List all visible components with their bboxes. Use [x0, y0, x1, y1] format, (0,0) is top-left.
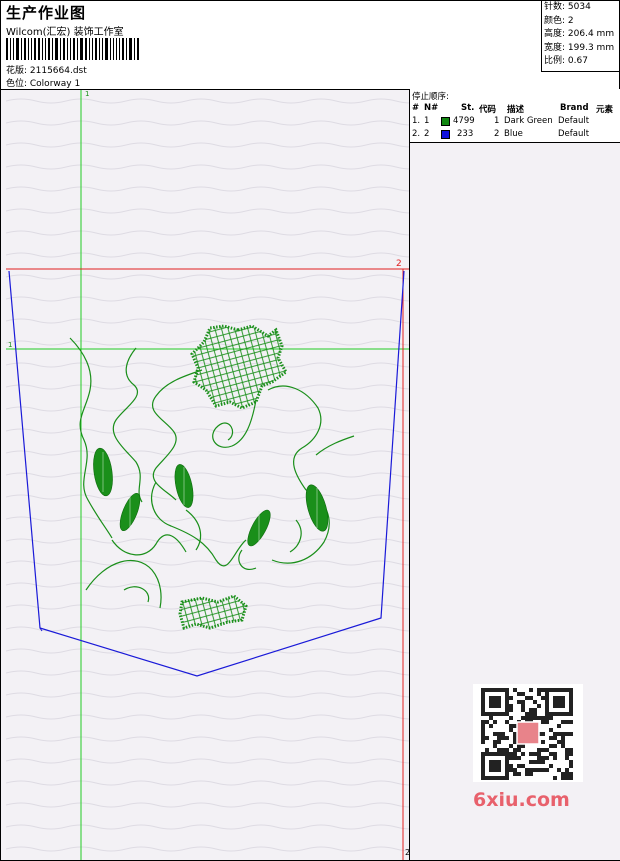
sheet-title: 生产作业图 — [6, 4, 87, 22]
color-swatch-blue — [441, 130, 450, 139]
stat-scale: 比例: 0.67 — [544, 56, 588, 66]
stat-stitches: 针数: 5034 — [544, 2, 591, 12]
col-needle: N# — [424, 103, 439, 113]
qr-code-icon — [481, 688, 573, 780]
table-row: 1. 1 4799 1 Dark Green Default — [412, 116, 590, 126]
col-description: 描述 — [507, 105, 525, 115]
design-canvas: 1 1 2 — [6, 90, 409, 860]
studio-name: Wilcom(汇宏) 装饰工作室 — [6, 27, 124, 38]
stop-sequence-table: 停止顺序: # N# St. 代码 描述 Brand 元素 1. 1 4799 … — [410, 89, 620, 143]
stat-colors: 颜色: 2 — [544, 15, 574, 26]
qr-code-watermark — [473, 684, 583, 782]
watermark-site: 6xiu.com — [473, 789, 570, 811]
guide-label-top: 1 — [85, 90, 90, 98]
barcode — [6, 38, 141, 60]
col-stitches: St. — [461, 103, 475, 113]
guide-label-left: 1 — [8, 341, 13, 349]
sheet-header: 生产作业图 Wilcom(汇宏) 装饰工作室 花版: 2115664.dst 色… — [1, 1, 620, 90]
stat-width: 宽度: 199.3 mm — [544, 42, 615, 53]
table-row: 2. 2 233 2 Blue Default — [412, 129, 590, 139]
col-element: 元素 — [596, 105, 614, 115]
embroidery-preview — [6, 90, 409, 860]
production-sheet: 生产作业图 Wilcom(汇宏) 装饰工作室 花版: 2115664.dst 色… — [0, 0, 620, 861]
colorway-label: 色位: Colorway 1 — [6, 79, 81, 89]
stats-box: 针数: 5034 颜色: 2 高度: 206.4 mm 宽度: 199.3 mm… — [541, 1, 620, 72]
stat-height: 高度: 206.4 mm — [544, 29, 615, 39]
stop-sequence-title: 停止顺序: — [412, 92, 449, 102]
design-filename: 花版: 2115664.dst — [6, 66, 87, 76]
guide-label-bottom: 2 — [405, 848, 411, 857]
color-swatch-dark-green — [441, 117, 450, 126]
guide-label-right: 2 — [396, 259, 402, 269]
col-index: # — [412, 103, 420, 113]
col-code: 代码 — [479, 105, 497, 115]
col-brand: Brand — [560, 103, 589, 113]
